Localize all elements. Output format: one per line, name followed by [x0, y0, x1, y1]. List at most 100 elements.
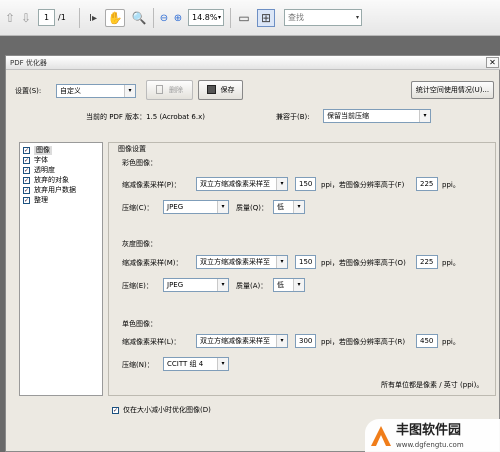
category-item-images[interactable]: ✓ 图像 — [23, 146, 52, 155]
category-label: 整理 — [34, 196, 48, 204]
gray-ppi-input[interactable]: 150 — [295, 255, 316, 269]
chevron-down-icon: ▾ — [217, 358, 228, 370]
category-item-fonts[interactable]: ✓ 字体 — [23, 156, 48, 165]
brand-logo-icon — [369, 424, 393, 448]
toolbar-separator — [79, 8, 80, 28]
search-input[interactable]: 查找 ▾ — [284, 9, 362, 26]
page-number-input[interactable]: 1 — [38, 9, 55, 26]
gray-downsample-label: 缩减像素采样(M)： — [122, 259, 183, 267]
checkbox[interactable]: ✓ — [23, 147, 30, 154]
mono-ppi-input[interactable]: 300 — [295, 334, 316, 348]
select-tool-icon[interactable]: I▸ — [86, 9, 100, 27]
page-total: /1 — [58, 13, 66, 22]
color-ppi-text: ppi，若图像分辨率高于(F) — [321, 181, 405, 189]
units-note: 所有单位都是像素 / 英寸 (ppi)。 — [381, 381, 484, 389]
image-settings-title: 图像设置 — [118, 145, 146, 153]
mono-downsample-dropdown[interactable]: 双立方缩减像素采样至 ▾ — [196, 334, 288, 348]
checkbox[interactable]: ✓ — [112, 406, 119, 414]
color-downsample-dropdown[interactable]: 双立方缩减像素采样至 ▾ — [196, 177, 288, 191]
chevron-down-icon: ▾ — [276, 178, 287, 190]
chevron-down-icon: ▾ — [276, 256, 287, 268]
mono-downsample-label: 缩减像素采样(L)： — [122, 338, 181, 346]
search-placeholder: 查找 — [288, 13, 304, 22]
category-item-clean-up[interactable]: ✓ 整理 — [23, 196, 48, 205]
hand-tool-icon[interactable]: ✋ — [105, 9, 125, 27]
color-images-title: 彩色图像： — [122, 159, 157, 167]
color-ppi-unit: ppi。 — [442, 181, 460, 189]
save-button[interactable]: 保存 — [198, 80, 243, 100]
compat-dropdown[interactable]: 保留当前压缩 ▾ — [323, 109, 431, 123]
gray-downsample-dropdown[interactable]: 双立方缩减像素采样至 ▾ — [196, 255, 288, 269]
color-ppi-input[interactable]: 150 — [295, 177, 316, 191]
checkbox[interactable]: ✓ — [23, 197, 30, 204]
dialog-titlebar: PDF 优化器 ✕ — [6, 56, 500, 70]
category-label: 放弃用户数据 — [34, 186, 76, 194]
fit-page-icon[interactable]: ▭ — [236, 9, 252, 27]
fit-width-icon[interactable]: ⊞ — [257, 9, 275, 27]
audit-space-button[interactable]: 统计空间使用情况(U)... — [411, 81, 494, 99]
zoom-out-icon[interactable]: ⊖ — [158, 9, 170, 27]
color-downsample-value: 双立方缩减像素采样至 — [200, 180, 270, 188]
floppy-icon — [206, 85, 216, 94]
category-item-discard-objects[interactable]: ✓ 放弃的对象 — [23, 176, 69, 185]
preset-dropdown[interactable]: 自定义 ▾ — [56, 84, 136, 98]
category-label: 放弃的对象 — [34, 176, 69, 184]
save-label: 保存 — [220, 86, 235, 94]
gray-quality-dropdown[interactable]: 低 ▾ — [273, 278, 305, 292]
mono-ppi-text: ppi，若图像分辨率高于(R) — [321, 338, 406, 346]
dialog-title: PDF 优化器 — [10, 59, 47, 67]
color-compression-dropdown[interactable]: JPEG ▾ — [163, 200, 229, 214]
mono-images-title: 单色图像： — [122, 320, 157, 328]
checkbox[interactable]: ✓ — [23, 167, 30, 174]
mono-compression-value: CCITT 组 4 — [167, 360, 204, 368]
category-list: ✓ 图像 ✓ 字体 ✓ 透明度 ✓ 放弃的对象 ✓ 放弃用户数据 ✓ 整理 — [19, 142, 103, 396]
zoom-in-icon[interactable]: ⊕ — [172, 9, 184, 27]
delete-label: 删除 — [169, 86, 183, 94]
brand-url: www.dgfengtu.com — [396, 441, 464, 449]
category-item-discard-user-data[interactable]: ✓ 放弃用户数据 — [23, 186, 76, 195]
category-item-transparency[interactable]: ✓ 透明度 — [23, 166, 55, 175]
mono-above-input[interactable]: 450 — [416, 334, 438, 348]
zoom-level-input[interactable]: 14.8% ▾ — [188, 9, 224, 26]
close-icon[interactable]: ✕ — [486, 57, 499, 68]
gray-compression-label: 压缩(E)： — [122, 282, 153, 290]
pdf-optimizer-dialog: PDF 优化器 ✕ 设置(S): 自定义 ▾ 删除 保存 统计空间使用情况(U).… — [5, 55, 500, 452]
mono-compression-dropdown[interactable]: CCITT 组 4 ▾ — [163, 357, 229, 371]
gray-ppi-text: ppi，若图像分辨率高于(O) — [321, 259, 406, 267]
chevron-down-icon: ▾ — [217, 279, 228, 291]
category-label: 图像 — [34, 146, 52, 155]
color-above-input[interactable]: 225 — [416, 177, 438, 191]
gray-above-input[interactable]: 225 — [416, 255, 438, 269]
next-page-icon[interactable]: ⇩ — [19, 9, 33, 27]
checkbox[interactable]: ✓ — [23, 177, 30, 184]
gray-ppi-unit: ppi。 — [442, 259, 460, 267]
category-label: 字体 — [34, 156, 48, 164]
preset-value: 自定义 — [60, 87, 81, 95]
color-quality-value: 低 — [277, 203, 284, 211]
color-quality-label: 质量(Q)： — [236, 204, 268, 212]
prev-page-icon[interactable]: ⇧ — [3, 9, 17, 27]
color-compression-label: 压缩(C)： — [122, 204, 154, 212]
checkbox[interactable]: ✓ — [23, 157, 30, 164]
gray-compression-value: JPEG — [167, 281, 184, 289]
gray-quality-value: 低 — [277, 281, 284, 289]
color-quality-dropdown[interactable]: 低 ▾ — [273, 200, 305, 214]
chevron-down-icon: ▾ — [419, 110, 430, 122]
settings-label: 设置(S): — [15, 87, 42, 95]
mono-downsample-value: 双立方缩减像素采样至 — [200, 337, 270, 345]
checkbox[interactable]: ✓ — [23, 187, 30, 194]
gray-quality-label: 质量(A)： — [236, 282, 268, 290]
chevron-down-icon: ▾ — [124, 85, 135, 97]
pdf-version-label: 当前的 PDF 版本：1.5 (Acrobat 6.x) — [86, 113, 205, 121]
acrobat-toolbar: ⇧ ⇩ 1 /1 I▸ ✋ 🔍 ⊖ ⊕ 14.8% ▾ ▭ ⊞ 查找 ▾ — [0, 0, 500, 36]
chevron-down-icon: ▾ — [276, 335, 287, 347]
optimize-if-smaller-option[interactable]: ✓ 仅在大小减小时优化图像(D) — [112, 405, 211, 415]
delete-button[interactable]: 删除 — [146, 80, 193, 100]
chevron-down-icon: ▾ — [293, 201, 304, 213]
marquee-zoom-icon[interactable]: 🔍 — [130, 9, 148, 27]
gray-downsample-value: 双立方缩减像素采样至 — [200, 258, 270, 266]
mono-ppi-unit: ppi。 — [442, 338, 460, 346]
gray-compression-dropdown[interactable]: JPEG ▾ — [163, 278, 229, 292]
category-label: 透明度 — [34, 166, 55, 174]
toolbar-separator — [230, 8, 231, 28]
